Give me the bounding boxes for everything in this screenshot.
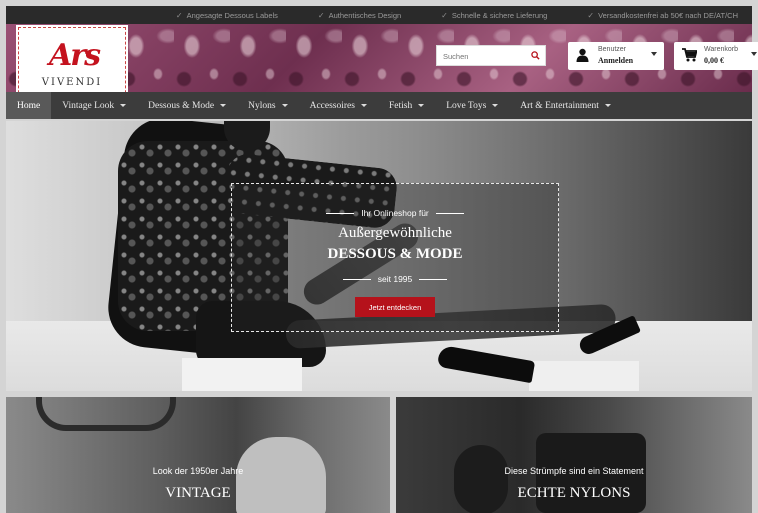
usp-item: ✓ Schnelle & sichere Lieferung <box>441 10 548 20</box>
search-icon <box>530 51 540 60</box>
hero-eyebrow: Ihr Onlineshop für <box>232 208 558 218</box>
logo-mark: Ars <box>49 38 101 73</box>
category-tile-nylons[interactable]: Diese Strümpfe sind ein Statement ECHTE … <box>396 397 752 513</box>
login-label: Anmelden <box>598 56 634 65</box>
nav-item-dessous-mode[interactable]: Dessous & Mode <box>137 92 237 119</box>
chevron-down-icon <box>651 52 657 56</box>
user-label: Benutzer <box>598 46 627 53</box>
hero-title-line1: Außergewöhnliche <box>338 225 452 241</box>
cart-total: 0,00 € <box>704 56 724 65</box>
nav-item-accessoires[interactable]: Accessoires <box>299 92 378 119</box>
tile-mirror-frame <box>36 397 176 431</box>
chevron-down-icon <box>120 104 127 107</box>
nav-item-fetish[interactable]: Fetish <box>378 92 435 119</box>
chevron-down-icon <box>492 104 499 107</box>
hero-overlay: Ihr Onlineshop für Außergewöhnliche DESS… <box>231 183 559 332</box>
usp-item: ✓ Versandkostenfrei ab 50€ nach DE/AT/CH <box>587 10 738 20</box>
search-input[interactable] <box>437 47 525 66</box>
chevron-down-icon <box>418 104 425 107</box>
nav-item-vintage-look[interactable]: Vintage Look <box>51 92 137 119</box>
usp-bar: ✓ Angesagte Dessous Labels ✓ Authentisches… <box>6 6 752 24</box>
chevron-down-icon <box>281 104 288 107</box>
check-icon: ✓ <box>441 10 448 20</box>
tile-title: ECHTE NYLONS <box>517 485 631 501</box>
hero-stool <box>529 361 639 391</box>
logo-text: VIVENDI <box>41 77 103 88</box>
tile-model <box>454 445 508 513</box>
usp-item: ✓ Authentisches Design <box>317 10 402 20</box>
nav-item-love-toys[interactable]: Love Toys <box>435 92 509 119</box>
nav-item-nylons[interactable]: Nylons <box>237 92 298 119</box>
chevron-down-icon <box>360 104 367 107</box>
hero-stool <box>182 358 302 391</box>
tile-caption: Look der 1950er Jahre <box>152 466 244 476</box>
user-menu-button[interactable]: Benutzer Anmelden <box>568 42 664 70</box>
nav-item-home[interactable]: Home <box>6 92 52 119</box>
header: Ars VIVENDI Benutzer Anmelden <box>6 24 758 103</box>
chevron-down-icon <box>220 104 227 107</box>
chevron-down-icon <box>604 104 611 107</box>
user-icon <box>576 48 589 62</box>
cart-icon <box>682 48 697 62</box>
page: ✓ Angesagte Dessous Labels ✓ Authentisches… <box>0 0 758 513</box>
discover-button[interactable]: Jetzt entdecken <box>355 297 435 317</box>
hero-since: seit 1995 <box>232 274 558 284</box>
category-tile-vintage[interactable]: Look der 1950er Jahre VINTAGE <box>6 397 390 513</box>
chevron-down-icon <box>751 52 757 56</box>
usp-item: ✓ Angesagte Dessous Labels <box>175 10 278 20</box>
cart-button[interactable]: Warenkorb 0,00 € <box>674 42 758 70</box>
check-icon: ✓ <box>175 10 183 20</box>
search-box <box>436 45 546 66</box>
check-icon: ✓ <box>587 10 595 20</box>
tile-caption: Diese Strümpfe sind ein Statement <box>504 466 644 476</box>
hero-banner[interactable]: Ihr Onlineshop für Außergewöhnliche DESS… <box>6 121 752 391</box>
check-icon: ✓ <box>317 10 325 20</box>
hero-title-line2: DESSOUS & MODE <box>327 246 463 262</box>
cart-label: Warenkorb <box>704 46 738 53</box>
nav-item-art-entertainment[interactable]: Art & Entertainment <box>509 92 622 119</box>
tile-title: VINTAGE <box>165 485 231 501</box>
main-nav: Home Vintage Look Dessous & Mode Nylons … <box>6 92 752 119</box>
search-button[interactable] <box>525 46 545 65</box>
